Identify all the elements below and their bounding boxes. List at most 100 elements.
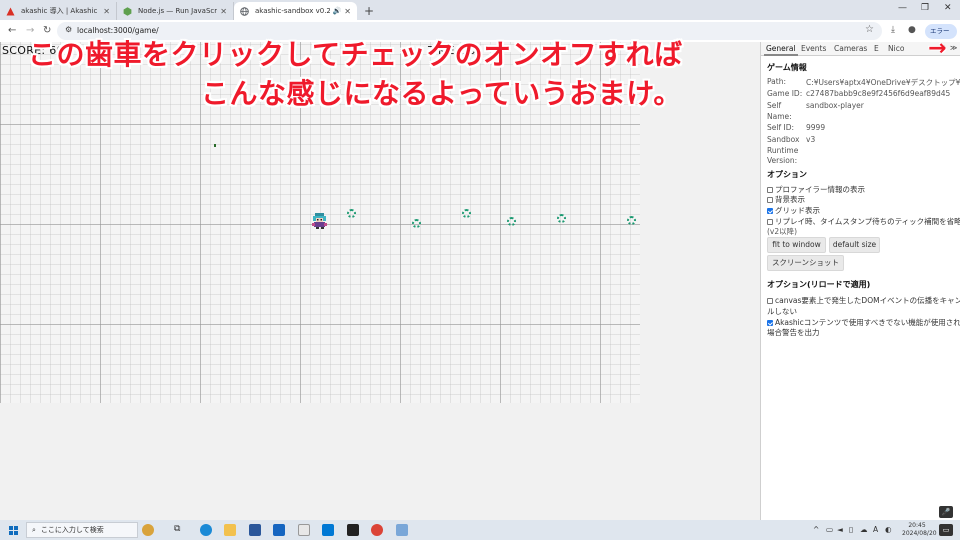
player-character-sprite xyxy=(312,213,327,229)
ime-mode[interactable]: A xyxy=(873,525,878,534)
close-window-icon[interactable]: ✕ xyxy=(944,3,952,13)
devtools-panel: General Events Cameras E Nico ⚙ ≫ ゲーム情報 … xyxy=(760,42,960,520)
network-icon[interactable]: ▭ xyxy=(826,525,833,534)
checkbox[interactable] xyxy=(767,196,773,203)
option-label-cont: ルしない xyxy=(767,307,797,316)
mail-icon[interactable] xyxy=(273,524,285,536)
search-icon: ⌕ xyxy=(32,525,36,534)
edge-icon[interactable] xyxy=(200,524,212,536)
annotation-caption-line2: こんな感じになるよっていうおまけ。 xyxy=(201,77,682,110)
battery-icon[interactable]: ▯ xyxy=(849,525,853,534)
tab-title: Node.js — Run JavaScript Every xyxy=(138,7,218,15)
annotation-arrow-icon: → xyxy=(928,36,947,61)
game-id-label: Game ID: xyxy=(767,89,803,98)
globe-favicon-icon xyxy=(240,6,249,16)
game-id-value: c27487babb9c8e9f2456f6d9eaf89d45 xyxy=(806,89,951,98)
back-icon[interactable]: ← xyxy=(8,25,16,36)
option-label: グリッド表示 xyxy=(775,206,820,215)
checkbox-checked[interactable] xyxy=(767,207,773,214)
runtime-label: Runtime xyxy=(767,146,799,155)
fit-to-window-button[interactable]: fit to window xyxy=(767,237,826,253)
tab-events[interactable]: Events xyxy=(801,44,826,53)
screenshot-button[interactable]: スクリーンショット xyxy=(767,255,844,271)
nodejs-favicon-icon xyxy=(123,6,132,16)
coin-ring xyxy=(557,214,566,223)
tab-general[interactable]: General xyxy=(764,44,798,56)
default-size-button[interactable]: default size xyxy=(829,237,880,253)
widget-icon[interactable] xyxy=(142,524,154,536)
photos-icon[interactable] xyxy=(298,524,310,536)
coin-ring xyxy=(507,217,516,226)
tab-close-icon[interactable]: ✕ xyxy=(220,7,227,16)
store-icon[interactable] xyxy=(249,524,261,536)
download-icon[interactable]: ⤓ xyxy=(891,25,895,35)
sandbox-value: v3 xyxy=(806,135,816,144)
ime-icon[interactable]: ◐ xyxy=(885,525,892,534)
option-label: リプレイ時、タイムスタンプ待ちのティック補間を省略 xyxy=(775,217,960,226)
path-value: C:¥Users¥aptx4¥OneDrive¥デスクトップ¥ニコ xyxy=(806,78,960,87)
speaker-icon[interactable]: 🔊 xyxy=(333,7,342,15)
coin-ring xyxy=(412,219,421,228)
browser-tab-nodejs[interactable]: Node.js — Run JavaScript Every ✕ xyxy=(117,2,234,20)
option-grid[interactable]: グリッド表示 xyxy=(767,205,820,216)
bookmark-star-icon[interactable]: ☆ xyxy=(865,24,874,35)
restore-icon[interactable]: ❐ xyxy=(921,3,929,13)
self-id-value: 9999 xyxy=(806,123,826,132)
cloud-icon[interactable]: ☁ xyxy=(860,525,868,534)
speaker-tray-icon[interactable]: ◄ xyxy=(837,525,843,534)
app-icon[interactable] xyxy=(396,524,408,536)
chevron-right-icon[interactable]: ≫ xyxy=(950,44,957,52)
tab-close-icon[interactable]: ✕ xyxy=(344,7,351,16)
option-cancel-dom-events[interactable]: canvas要素上で発生したDOMイベントの伝播をキャンセ xyxy=(767,295,960,306)
profile-icon[interactable]: ● xyxy=(908,25,916,35)
taskbar-clock[interactable]: 20:45 2024/08/20 xyxy=(902,522,937,537)
tray-chevron-icon[interactable]: ^ xyxy=(813,525,819,534)
browser-tab-strip: akashic 導入 | Akashic Engine ✕ Node.js — … xyxy=(0,0,960,20)
self-name-value: sandbox-player xyxy=(806,101,864,110)
task-view-icon[interactable]: ⧉ xyxy=(174,524,186,536)
terminal-icon[interactable] xyxy=(347,524,359,536)
tab-close-icon[interactable]: ✕ xyxy=(103,7,110,16)
notification-icon[interactable]: ▭ xyxy=(939,524,953,536)
tab-e[interactable]: E xyxy=(874,44,879,53)
windows-taskbar: ⌕ ここに入力して検索 ⧉ ^ ▭ ◄ ▯ ☁ A ◐ 20:45 2024/0… xyxy=(0,520,960,540)
game-particle xyxy=(214,144,216,147)
tab-nico[interactable]: Nico xyxy=(888,44,904,53)
coin-ring xyxy=(347,209,356,218)
options-heading: オプション xyxy=(767,170,807,179)
tab-title: akashic-sandbox v0.28.19 xyxy=(255,7,330,15)
new-tab-button[interactable]: + xyxy=(364,2,374,20)
tab-cameras[interactable]: Cameras xyxy=(834,44,867,53)
clock-time: 20:45 xyxy=(908,522,926,529)
option-label: canvas要素上で発生したDOMイベントの伝播をキャンセ xyxy=(775,296,960,305)
self-name-label: Self xyxy=(767,101,782,110)
browser-tab-akashic-intro[interactable]: akashic 導入 | Akashic Engine ✕ xyxy=(0,2,117,20)
tab-title: akashic 導入 | Akashic Engine xyxy=(21,7,100,15)
checkbox[interactable] xyxy=(767,186,773,193)
coin-ring xyxy=(627,216,636,225)
option-background[interactable]: 背景表示 xyxy=(767,194,805,205)
browser-tab-akashic-sandbox[interactable]: akashic-sandbox v0.28.19 🔊 ✕ xyxy=(234,2,357,20)
option-label: Akashicコンテンツで使用すべきでない機能が使用された xyxy=(775,318,960,327)
windows-start-icon[interactable] xyxy=(9,526,18,535)
game-info-heading: ゲーム情報 xyxy=(767,63,807,72)
reload-options-heading: オプション(リロードで適用) xyxy=(767,280,871,289)
taskbar-search-box[interactable]: ⌕ ここに入力して検索 xyxy=(26,522,138,538)
runtime-label-cont: Version: xyxy=(767,156,798,165)
minimize-icon[interactable]: — xyxy=(898,3,907,13)
option-note: (v2以降) xyxy=(767,227,798,236)
checkbox[interactable] xyxy=(767,218,773,225)
option-label: プロファイラー情報の表示 xyxy=(775,185,865,194)
annotation-caption-line1: この歯車をクリックしてチェックのオンオフすれば xyxy=(28,38,683,71)
checkbox[interactable] xyxy=(767,297,773,304)
chrome-icon[interactable] xyxy=(371,524,383,536)
vscode-icon[interactable] xyxy=(322,524,334,536)
sandbox-label: Sandbox xyxy=(767,135,800,144)
file-explorer-icon[interactable] xyxy=(224,524,236,536)
self-id-label: Self ID: xyxy=(767,123,794,132)
search-placeholder: ここに入力して検索 xyxy=(40,526,104,534)
clock-date: 2024/08/20 xyxy=(902,529,937,537)
option-label: 背景表示 xyxy=(775,195,805,204)
microphone-icon[interactable]: 🎤 xyxy=(939,506,953,518)
checkbox-checked[interactable] xyxy=(767,319,773,326)
